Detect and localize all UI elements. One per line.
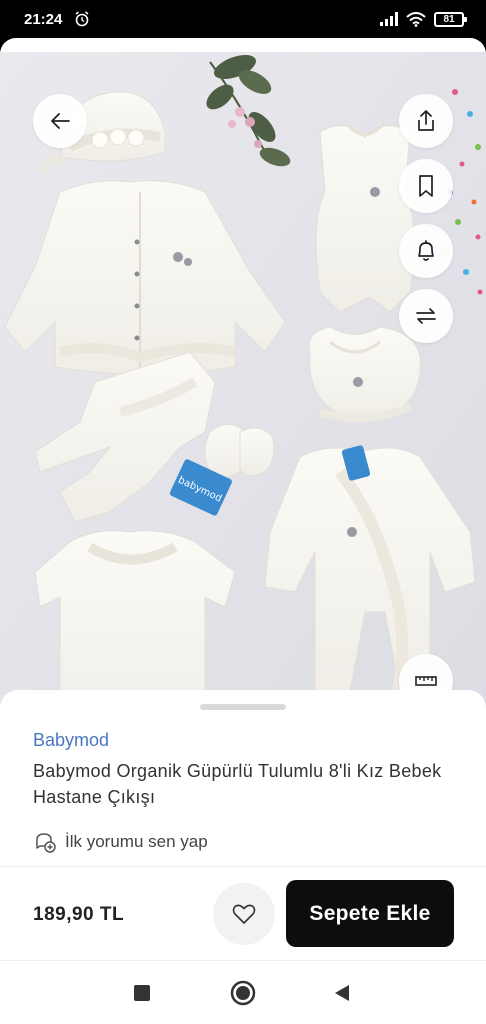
home-circle-icon <box>230 980 256 1006</box>
recents-button[interactable] <box>128 979 156 1007</box>
wifi-icon <box>406 11 426 27</box>
brand-link[interactable]: Babymod <box>33 730 109 751</box>
home-button[interactable] <box>229 979 257 1007</box>
add-comment-icon <box>36 833 56 853</box>
notify-button[interactable] <box>399 224 453 278</box>
compare-button[interactable] <box>399 289 453 343</box>
share-icon <box>418 110 434 131</box>
bookmark-button[interactable] <box>399 159 453 213</box>
bell-icon <box>418 240 434 261</box>
product-photo: babymod <box>0 52 486 742</box>
status-bar: 21:24 81 <box>0 0 486 38</box>
back-triangle-icon <box>335 985 349 1001</box>
product-image[interactable]: babymod <box>0 52 486 742</box>
battery-icon: 81 <box>434 11 467 27</box>
review-prompt-label: İlk yorumu sen yap <box>65 832 208 851</box>
divider <box>0 866 486 867</box>
share-button[interactable] <box>399 94 453 148</box>
signal-icon <box>380 12 398 26</box>
product-price: 189,90 TL <box>33 904 125 925</box>
product-detail-sheet: babymod Babymod Babymod Organik Güpürlü … <box>0 38 486 960</box>
system-nav-bar <box>0 960 486 1024</box>
back-nav-button[interactable] <box>328 979 356 1007</box>
drag-handle[interactable] <box>200 704 286 710</box>
status-time: 21:24 <box>24 11 63 28</box>
product-title: Babymod Organik Güpürlü Tulumlu 8'li Kız… <box>33 761 442 807</box>
status-icons: 81 <box>380 10 467 28</box>
favorite-button[interactable] <box>213 883 275 945</box>
battery-level: 81 <box>443 13 455 25</box>
back-arrow-icon <box>51 113 70 129</box>
compare-icon <box>416 308 436 324</box>
product-info-card: Babymod Babymod Organik Güpürlü Tulumlu … <box>0 690 486 960</box>
recents-square-icon <box>134 985 150 1001</box>
heart-icon <box>232 904 256 924</box>
add-to-cart-button[interactable]: Sepete Ekle <box>286 880 454 947</box>
bookmark-icon <box>419 175 433 197</box>
review-prompt[interactable]: İlk yorumu sen yap <box>33 830 208 854</box>
alarm-icon <box>75 11 89 27</box>
back-button[interactable] <box>33 94 87 148</box>
